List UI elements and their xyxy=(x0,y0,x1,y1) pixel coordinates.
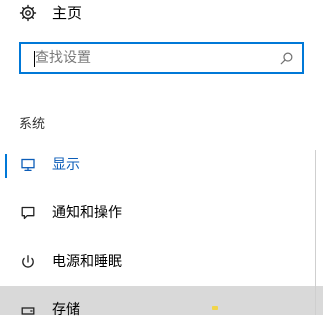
gear-icon xyxy=(19,4,37,22)
nav-item-display[interactable]: 显示 xyxy=(0,142,323,190)
search-box[interactable]: 查找设置 xyxy=(19,42,304,74)
monitor-icon xyxy=(21,158,35,172)
chat-bubble-icon xyxy=(21,206,35,220)
home-label: 主页 xyxy=(52,4,83,22)
power-icon xyxy=(22,255,34,268)
scrollbar[interactable] xyxy=(315,150,316,315)
nav-item-label: 通知和操作 xyxy=(52,205,122,221)
nav-item-storage[interactable]: 存储 xyxy=(0,286,323,318)
selected-indicator xyxy=(5,154,7,178)
cursor-mark xyxy=(212,306,218,310)
nav-item-label: 电源和睡眠 xyxy=(52,254,122,270)
nav-item-label: 显示 xyxy=(52,157,80,173)
section-title: 系统 xyxy=(19,117,46,132)
nav-item-label: 存储 xyxy=(52,302,80,318)
search-placeholder: 查找设置 xyxy=(35,50,91,66)
search-icon[interactable] xyxy=(279,51,294,66)
nav-item-power-sleep[interactable]: 电源和睡眠 xyxy=(0,238,323,286)
nav-item-notifications-actions[interactable]: 通知和操作 xyxy=(0,190,323,238)
home-link[interactable]: 主页 xyxy=(0,0,323,32)
storage-drive-icon xyxy=(21,307,35,315)
